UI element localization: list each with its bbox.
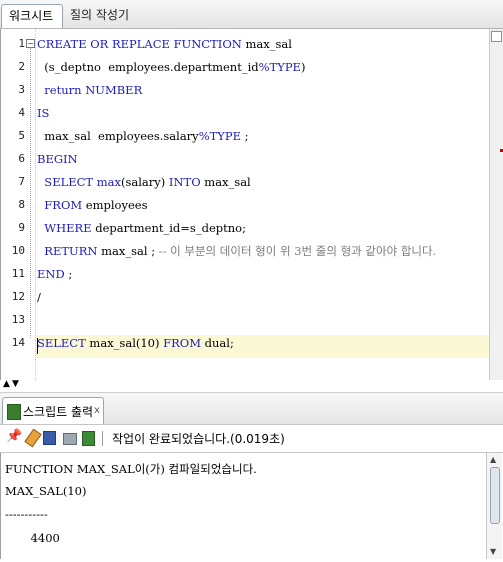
code-token: max_sal employees.salary (37, 129, 199, 143)
line-number: 12 (11, 290, 25, 303)
text-caret (37, 338, 38, 354)
code-token: END (37, 267, 65, 281)
code-token: %TYPE (258, 60, 301, 74)
code-token: FROM (163, 336, 201, 350)
code-token: SELECT (37, 336, 86, 350)
code-line: / (37, 286, 41, 308)
script-output-label: 스크립트 출력 (23, 405, 94, 419)
line-number: 13 (11, 313, 25, 326)
run-script-icon[interactable] (82, 431, 95, 446)
output-line: MAX_SAL(10) (5, 484, 87, 498)
tab-query-builder[interactable]: 질의 작성기 (63, 4, 136, 27)
clear-eraser-icon[interactable] (24, 428, 42, 448)
close-icon[interactable]: x (94, 405, 100, 416)
code-line: IS (37, 102, 49, 124)
output-line: 4400 (5, 531, 60, 545)
code-token: FROM (37, 198, 83, 212)
tab-script-output[interactable]: 스크립트 출력 x (2, 397, 104, 424)
script-output-area[interactable]: FUNCTION MAX_SAL이(가) 컴파일되었습니다. MAX_SAL(10… (0, 453, 487, 559)
code-token: ; (241, 129, 249, 143)
line-number: 7 (18, 175, 25, 188)
scroll-corner-box[interactable] (491, 31, 502, 42)
code-line: (s_deptno employees.department_id%TYPE) (37, 56, 305, 78)
output-scrollbar[interactable]: ▲ ▼ (486, 453, 502, 559)
code-token: max_sal(10) (85, 336, 164, 350)
code-token: %TYPE (198, 129, 242, 143)
code-line: max_sal employees.salary%TYPE ; (37, 125, 249, 147)
collapse-down-icon[interactable]: ▼ (12, 379, 19, 389)
code-line: CREATE OR REPLACE FUNCTION max_sal (37, 33, 292, 55)
line-number: 8 (18, 198, 25, 211)
code-line: END ; (37, 263, 72, 285)
code-token: CREATE OR REPLACE FUNCTION (37, 37, 242, 51)
scroll-thumb[interactable] (490, 467, 500, 524)
output-panel-tabbar: 스크립트 출력 x (0, 393, 503, 425)
line-number: 4 (18, 106, 25, 119)
output-toolbar: 📌 작업이 완료되었습니다.(0.019초) (0, 425, 503, 453)
tab-worksheet[interactable]: 워크시트 (1, 4, 63, 28)
code-line: SELECT max_sal(10) FROM dual; (37, 332, 234, 354)
code-token: BEGIN (37, 152, 78, 166)
code-line: BEGIN (37, 148, 78, 170)
code-token: employees (82, 198, 148, 212)
code-line: return NUMBER (37, 79, 142, 101)
code-token: return NUMBER (37, 83, 143, 97)
output-line: ----------- (5, 507, 48, 521)
code-line: WHERE department_id=s_deptno; (37, 217, 246, 239)
line-number: 6 (18, 152, 25, 165)
toolbar-separator (102, 431, 103, 446)
code-token: max_sal ; (97, 244, 159, 258)
code-token: max_sal (200, 175, 251, 189)
editor-scrollbar[interactable] (489, 29, 503, 380)
save-icon[interactable] (43, 431, 56, 445)
fold-toggle-icon[interactable]: − (26, 39, 35, 48)
line-number: 11 (11, 267, 25, 280)
code-token: max_sal (241, 37, 292, 51)
line-number-gutter: − 1 2 3 4 5 6 7 8 9 10 11 12 13 14 (1, 29, 36, 380)
document-tab-strip: 워크시트 질의 작성기 (0, 0, 503, 29)
fold-guide (30, 48, 32, 338)
line-number: 10 (11, 244, 25, 257)
code-token: RETURN (37, 244, 98, 258)
collapse-up-icon[interactable]: ▲ (3, 379, 10, 389)
pin-icon[interactable]: 📌 (6, 429, 22, 444)
line-number: 14 (11, 336, 25, 349)
status-message: 작업이 완료되었습니다.(0.019초) (112, 432, 285, 446)
line-number: 2 (18, 60, 25, 73)
line-number: 5 (18, 129, 25, 142)
code-token: ) (300, 60, 306, 74)
code-line: SELECT max(salary) INTO max_sal (37, 171, 251, 193)
code-token: -- 이 부분의 데이터 형이 위 3번 줄의 형과 같아야 합니다. (158, 244, 437, 258)
script-output-icon (7, 404, 21, 420)
code-line: FROM employees (37, 194, 148, 216)
code-token: INTO (168, 175, 201, 189)
code-token: / (37, 290, 41, 304)
scroll-down-icon[interactable]: ▼ (490, 547, 496, 556)
code-token: ; (64, 267, 73, 281)
line-number: 1 (18, 37, 25, 50)
code-token: IS (37, 106, 50, 120)
line-number: 3 (18, 83, 25, 96)
code-token: SELECT max (37, 175, 121, 189)
code-token: WHERE (37, 221, 92, 235)
code-token: (s_deptno employees.department_id (37, 60, 259, 74)
print-icon[interactable] (63, 433, 77, 445)
code-token: department_id=s_deptno; (91, 221, 246, 235)
output-line: FUNCTION MAX_SAL이(가) 컴파일되었습니다. (5, 462, 257, 476)
code-token: dual; (200, 336, 234, 350)
code-token: (salary) (121, 175, 169, 189)
line-number: 9 (18, 221, 25, 234)
panel-splitter[interactable]: ▲ ▼ (0, 379, 503, 393)
sql-editor[interactable]: − 1 2 3 4 5 6 7 8 9 10 11 12 13 14 CREATE OR REPLACE … (0, 29, 490, 380)
code-line: RETURN max_sal ; -- 이 부분의 데이터 형이 위 3번 줄의… (37, 240, 436, 262)
scroll-up-icon[interactable]: ▲ (490, 455, 496, 464)
